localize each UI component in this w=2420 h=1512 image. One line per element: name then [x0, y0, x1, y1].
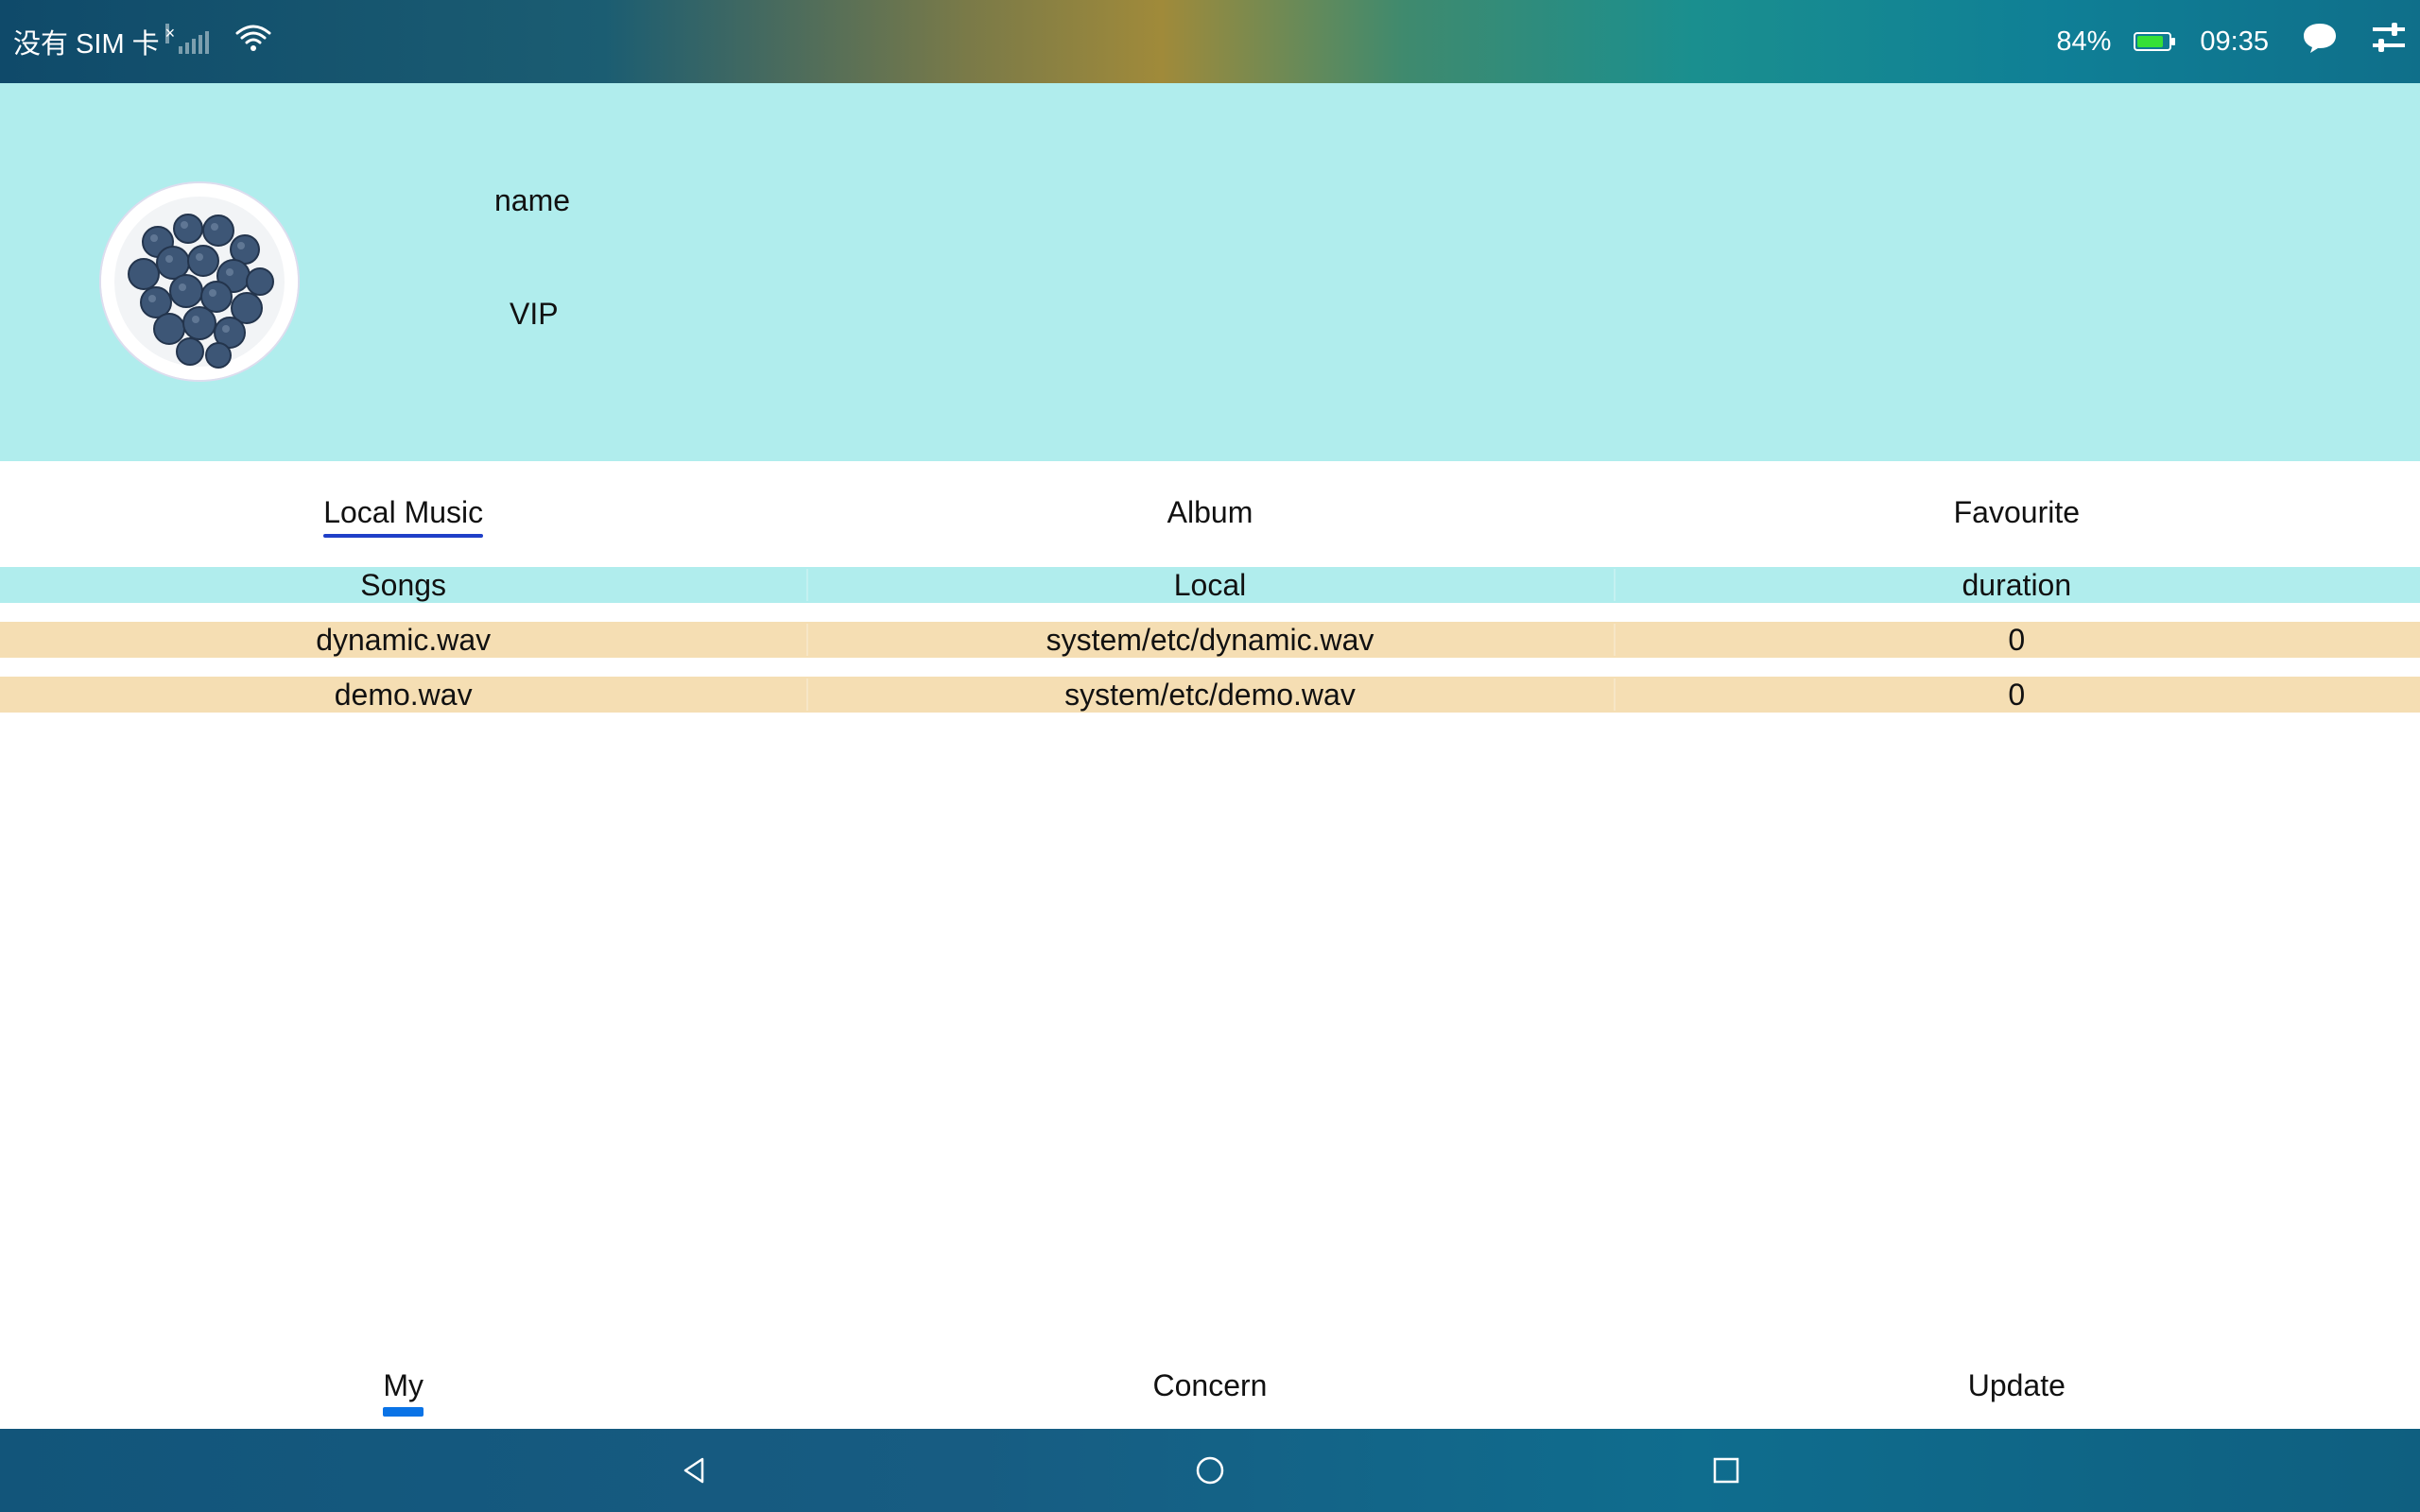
settings-sliders-icon[interactable] — [2371, 22, 2407, 61]
status-bar: 没有 SIM 卡 × 84% 09:35 — [0, 0, 2420, 83]
blueberries-avatar — [101, 183, 298, 380]
avatar[interactable] — [101, 183, 298, 380]
tab-album[interactable]: Album — [806, 461, 1613, 567]
song-name-cell: demo.wav — [334, 678, 473, 712]
tab-local-music[interactable]: Local Music — [0, 461, 806, 567]
column-header-local: Local — [806, 567, 1613, 603]
status-bar-right: 84% 09:35 — [2056, 0, 2407, 83]
table-row[interactable]: dynamic.wav system/etc/dynamic.wav 0 — [0, 622, 2420, 658]
song-duration-cell: 0 — [1613, 622, 2420, 658]
profile-header: name VIP — [0, 83, 2420, 461]
back-button[interactable] — [436, 1429, 952, 1512]
battery-percent: 84% — [2056, 26, 2112, 57]
tab-favourite[interactable]: Favourite — [1614, 461, 2420, 567]
bottom-tab-concern[interactable]: Concern — [806, 1342, 1613, 1429]
carrier-label: 没有 SIM 卡 — [13, 29, 160, 60]
bottom-tab-label: My — [383, 1367, 424, 1417]
bottom-tab-my[interactable]: My — [0, 1342, 806, 1429]
tab-label: Favourite — [1953, 494, 2081, 529]
bottom-tab-update[interactable]: Update — [1614, 1342, 2420, 1429]
table-row[interactable]: demo.wav system/etc/demo.wav 0 — [0, 677, 2420, 713]
bottom-tab-label: Concern — [1152, 1367, 1268, 1402]
battery-fill — [2137, 36, 2164, 47]
home-icon — [1196, 1456, 1224, 1485]
recents-icon — [1713, 1457, 1739, 1484]
song-path-cell: system/etc/dynamic.wav — [806, 622, 1613, 658]
top-tab-bar: Local Music Album Favourite — [0, 461, 2420, 567]
table-header-row: Songs Local duration — [0, 567, 2420, 603]
song-name-cell: dynamic.wav — [316, 623, 492, 657]
signal-icon: × — [164, 24, 209, 54]
message-icon[interactable] — [2301, 21, 2339, 62]
bottom-tab-bar: My Concern Update — [0, 1342, 2420, 1429]
back-icon — [683, 1457, 704, 1484]
home-button[interactable] — [952, 1429, 1468, 1512]
recents-button[interactable] — [1468, 1429, 1984, 1512]
column-header-songs: Songs — [360, 568, 447, 602]
song-table: Songs Local duration dynamic.wav system/… — [0, 567, 2420, 713]
battery-icon — [2134, 32, 2176, 51]
system-nav-bar — [0, 1429, 2420, 1512]
profile-vip-label: VIP — [510, 297, 559, 331]
song-path-cell: system/etc/demo.wav — [806, 677, 1613, 713]
tab-label: Album — [1167, 494, 1253, 529]
wifi-icon — [235, 24, 271, 60]
tab-label: Local Music — [323, 495, 483, 538]
song-duration-cell: 0 — [1613, 677, 2420, 713]
column-header-duration: duration — [1613, 567, 2420, 603]
status-bar-left: 没有 SIM 卡 × — [13, 0, 271, 83]
bottom-tab-label: Update — [1967, 1367, 2066, 1402]
profile-name: name — [494, 183, 571, 217]
no-signal-mark: × — [164, 24, 176, 43]
clock: 09:35 — [2200, 26, 2269, 57]
